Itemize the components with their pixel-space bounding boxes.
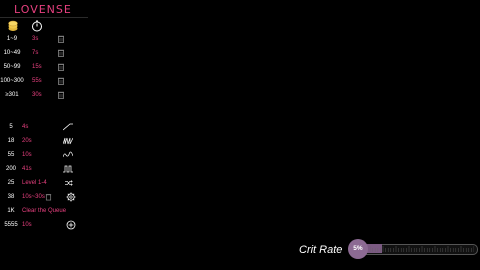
special-row-tokens: 55 [7, 152, 15, 158]
special-row-tokens: 5 [9, 124, 13, 130]
special-row-tokens: 25 [7, 180, 15, 186]
pattern-pulse-icon [63, 151, 73, 158]
plus-circle-icon[interactable] [66, 220, 76, 230]
pattern-square-icon [63, 165, 73, 173]
special-row-duration: Clear the Queue [22, 208, 67, 214]
special-row-duration: Level 1-4 [22, 180, 47, 186]
special-row-duration: 10s~30s [22, 194, 45, 200]
slider-ticks [370, 246, 474, 252]
coin-row-tokens: 1~9 [6, 36, 18, 42]
pattern-ramp-icon [63, 123, 73, 131]
coin-row-duration: 3s [32, 36, 39, 42]
crit-rate-label: Crit Rate [299, 244, 343, 256]
trash-icon[interactable] [57, 35, 65, 43]
special-row-duration: 41s [22, 166, 32, 172]
special-row-duration: 10s [22, 152, 32, 158]
header-divider [0, 17, 88, 18]
timer-icon [32, 20, 42, 32]
coin-row-duration: 30s [32, 92, 42, 98]
special-row-duration: 4s [22, 124, 29, 130]
special-row-tokens: 200 [5, 166, 16, 172]
coin-row-duration: 15s [32, 64, 42, 70]
coin-row-tokens: ≥301 [5, 92, 19, 98]
coin-row-tokens: 50~99 [3, 64, 21, 70]
coin-row-duration: 7s [32, 50, 39, 56]
trash-icon[interactable] [57, 63, 65, 71]
trash-icon[interactable] [57, 49, 65, 57]
special-row-tokens: 1K [7, 208, 15, 214]
trash-icon[interactable] [45, 193, 52, 201]
special-row-tokens: 5555 [4, 222, 18, 228]
coins-icon [8, 20, 18, 31]
coin-row-tokens: 100~300 [0, 78, 24, 84]
trash-icon[interactable] [57, 77, 65, 85]
shuffle-icon [65, 180, 73, 186]
gear-icon[interactable] [66, 192, 76, 202]
lovense-logo: LOVENSE [14, 3, 72, 16]
trash-icon[interactable] [57, 91, 65, 99]
special-row-duration: 10s [22, 222, 32, 228]
special-row-tokens: 18 [7, 138, 15, 144]
crit-rate-slider[interactable]: 5% [348, 239, 478, 259]
special-row-tokens: 38 [7, 194, 15, 200]
pattern-wave-icon [63, 137, 73, 145]
special-row-duration: 20s [22, 138, 32, 144]
coin-row-duration: 55s [32, 78, 42, 84]
slider-knob[interactable]: 5% [348, 239, 368, 259]
coin-row-tokens: 10~49 [3, 50, 21, 56]
